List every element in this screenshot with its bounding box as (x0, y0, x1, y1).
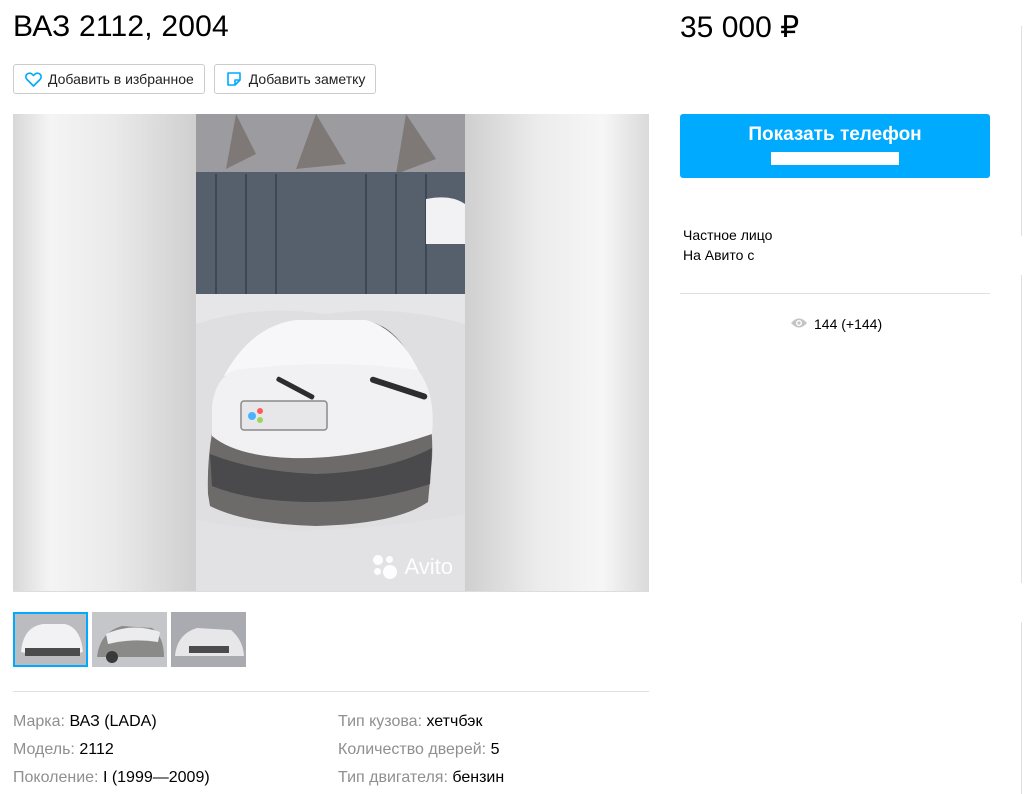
seller-info: Частное лицо На Авито с (683, 225, 772, 265)
thumbnail[interactable] (13, 612, 88, 667)
add-to-favorites-button[interactable]: Добавить в избранное (13, 64, 205, 94)
add-note-button[interactable]: Добавить заметку (213, 64, 377, 94)
right-edge-border (1021, 275, 1022, 583)
right-edge-border (1021, 622, 1022, 794)
listing-title: ВАЗ 2112, 2004 (13, 10, 229, 43)
show-phone-button[interactable]: Показать телефон (680, 114, 990, 178)
param-model: Модель: 2112 (13, 741, 114, 758)
seller-type: Частное лицо (683, 227, 773, 243)
thumbnail[interactable] (171, 612, 246, 667)
views-counter: 144 (+144) (790, 316, 882, 332)
listing-price: 35 000 ₽ (680, 11, 800, 44)
param-doors: Количество дверей: 5 (338, 741, 500, 758)
param-engine-type: Тип двигателя: бензин (338, 769, 505, 786)
param-body-type: Тип кузова: хетчбэк (338, 713, 483, 730)
heart-icon (24, 70, 42, 88)
eye-icon (790, 316, 808, 332)
car-parameters: Марка: ВАЗ (LADA) Тип кузова: хетчбэк Мо… (13, 712, 653, 788)
main-car-photo[interactable]: Avito (196, 114, 465, 591)
sidebar-divider (680, 293, 990, 294)
add-note-label: Добавить заметку (248, 71, 366, 87)
section-divider (13, 691, 649, 692)
right-edge-border (1021, 26, 1022, 236)
phone-number-mask (771, 152, 899, 165)
note-icon (225, 70, 243, 88)
thumbnail[interactable] (92, 612, 167, 667)
show-phone-label: Показать телефон (748, 124, 922, 145)
param-brand: Марка: ВАЗ (LADA) (13, 713, 157, 730)
add-to-favorites-label: Добавить в избранное (48, 71, 194, 87)
avito-watermark: Avito (372, 554, 453, 580)
watermark-text: Avito (404, 554, 453, 579)
views-count: 144 (+144) (814, 316, 883, 332)
listing-actions: Добавить в избранное Добавить заметку (13, 64, 377, 94)
photo-thumbnails (13, 612, 246, 667)
photo-gallery[interactable]: Avito (13, 114, 649, 592)
gallery-blur-left (13, 114, 196, 591)
param-generation: Поколение: I (1999—2009) (13, 769, 210, 786)
avito-logo-icon (372, 554, 398, 580)
car-photo-illustration (196, 114, 465, 591)
gallery-blur-right (465, 114, 649, 591)
seller-since: На Авито с (683, 247, 755, 263)
